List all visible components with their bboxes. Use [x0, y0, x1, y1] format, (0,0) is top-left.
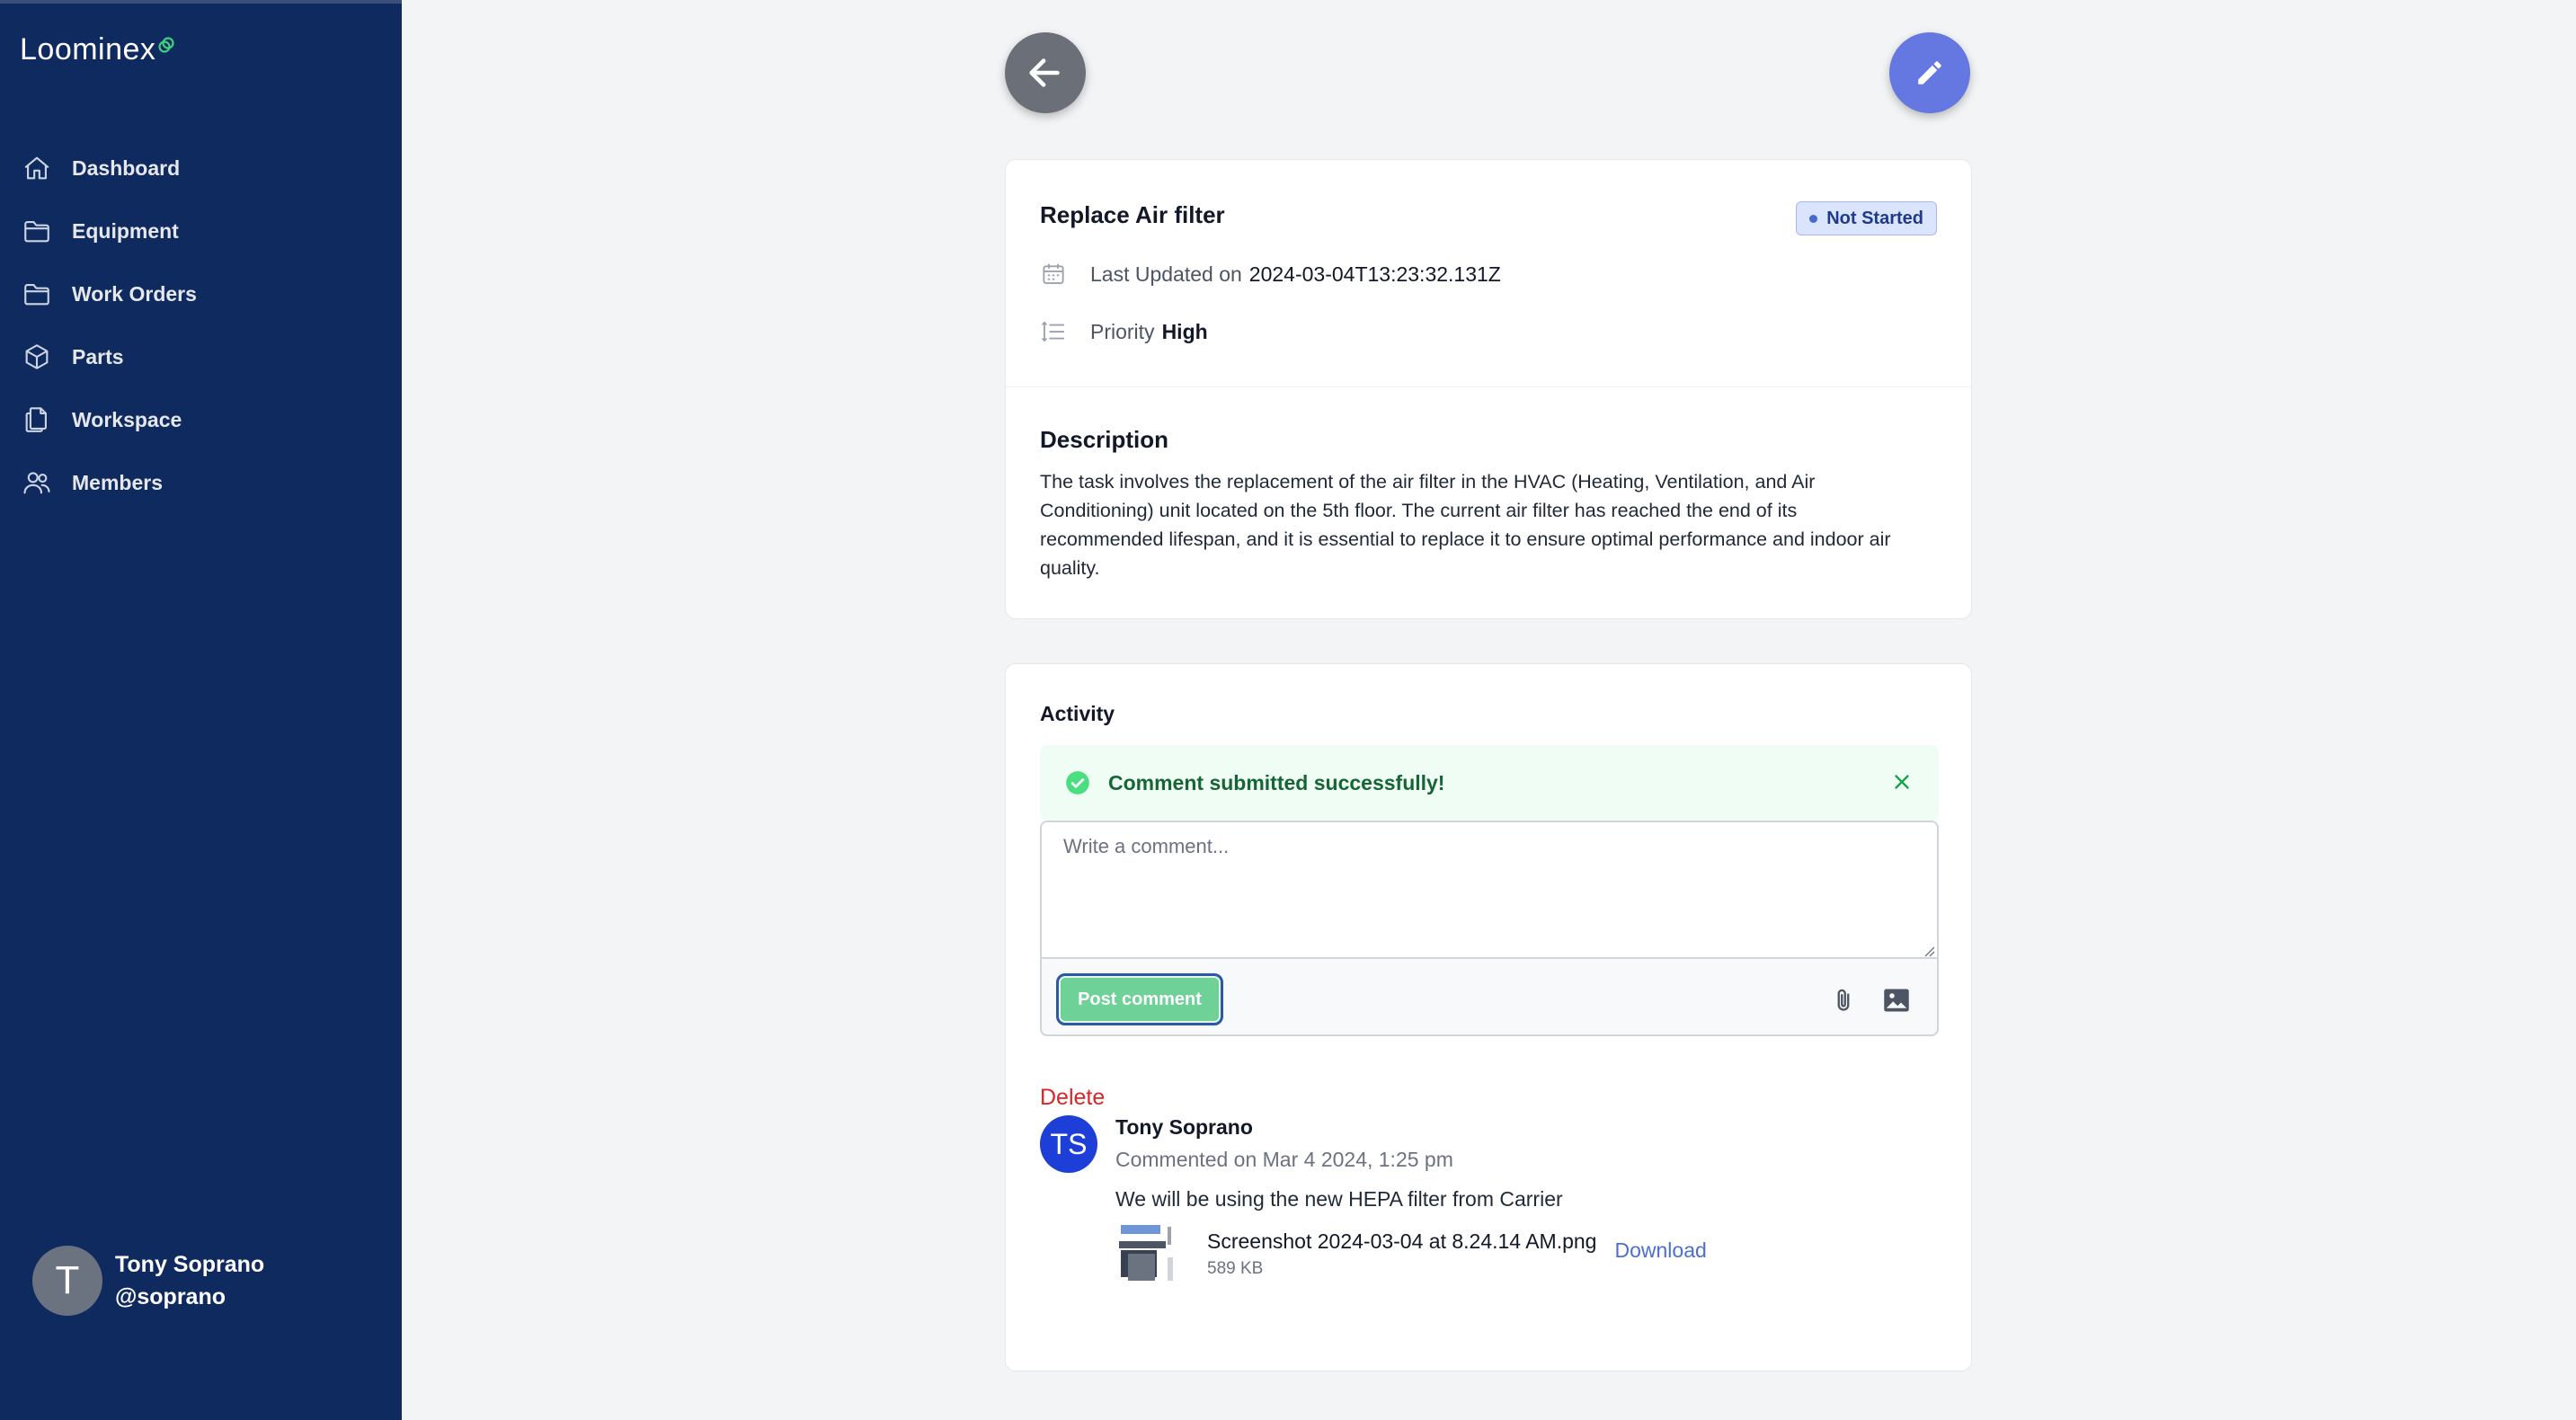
sidebar-item-parts[interactable]: Parts [20, 325, 379, 388]
priority-value: High [1161, 319, 1208, 343]
last-updated-value: 2024-03-04T13:23:32.131Z [1248, 262, 1501, 286]
description-title: Description [1040, 426, 1169, 453]
calendar-icon [1043, 263, 1064, 284]
user-handle: @soprano [115, 1284, 226, 1309]
priority-row: Priority High [1040, 318, 1208, 345]
activity-title: Activity [1040, 702, 1115, 725]
sidebar-item-label: Members [72, 470, 163, 494]
home-icon [20, 151, 54, 185]
folder-icon [20, 214, 54, 248]
priority-label: Priority [1090, 319, 1155, 343]
cube-icon [20, 340, 54, 374]
user-info: Tony Soprano @soprano [115, 1248, 264, 1313]
attachment-size: 589 KB [1207, 1258, 1264, 1278]
success-alert: Comment submitted successfully! [1040, 745, 1939, 821]
sidebar-item-dashboard[interactable]: Dashboard [20, 137, 379, 200]
status-badge: Not Started [1796, 201, 1937, 235]
logo-text: Loominex [20, 32, 156, 67]
avatar: T [32, 1246, 102, 1316]
sidebar-item-label: Workspace [72, 407, 182, 431]
logo-mark-icon [158, 37, 175, 53]
resize-grip-icon[interactable] [1923, 945, 1935, 957]
download-link[interactable]: Download [1614, 1238, 1706, 1263]
attachment-info: Screenshot 2024-03-04 at 8.24.14 AM.png … [1207, 1229, 1596, 1279]
last-updated-row: Last Updated on 2024-03-04T13:23:32.131Z [1040, 261, 1501, 288]
sidebar-item-members[interactable]: Members [20, 451, 379, 514]
comment-input[interactable] [1042, 822, 1937, 959]
priority-list-icon [1042, 321, 1065, 342]
sidebar-nav: Dashboard Equipment Work Orders Parts Wo… [20, 137, 379, 514]
image-icon[interactable] [1883, 988, 1910, 1013]
comment-avatar: TS [1040, 1115, 1097, 1173]
description-text: The task involves the replacement of the… [1040, 471, 1891, 579]
comment-body: We will be using the new HEPA filter fro… [1115, 1187, 1563, 1211]
attachment-filename: Screenshot 2024-03-04 at 8.24.14 AM.png [1207, 1229, 1597, 1253]
comment-author: Tony Soprano [1115, 1115, 1253, 1139]
sidebar-item-work-orders[interactable]: Work Orders [20, 262, 379, 325]
sidebar-item-label: Equipment [72, 218, 179, 243]
check-circle-icon [1066, 771, 1089, 794]
task-title: Replace Air filter [1040, 201, 1225, 228]
alert-message: Comment submitted successfully! [1108, 770, 1445, 794]
paperclip-icon[interactable] [1831, 988, 1856, 1013]
user-name: Tony Soprano [115, 1252, 265, 1277]
app-logo[interactable]: Loominex [20, 32, 175, 67]
sidebar-item-label: Dashboard [72, 155, 181, 180]
comment-date: Commented on Mar 4 2024, 1:25 pm [1115, 1148, 1453, 1171]
status-label: Not Started [1826, 208, 1923, 228]
comment-attachment: Screenshot 2024-03-04 at 8.24.14 AM.png … [1115, 1221, 1707, 1286]
sidebar-item-equipment[interactable]: Equipment [20, 200, 379, 262]
users-icon [20, 466, 54, 500]
sidebar-item-label: Parts [72, 344, 124, 368]
current-user[interactable]: T Tony Soprano @soprano [32, 1246, 264, 1316]
divider [1006, 386, 1971, 387]
edit-button[interactable] [1889, 32, 1970, 113]
documents-icon [20, 403, 54, 437]
sidebar: Loominex Dashboard Equipment Work Orders [0, 0, 402, 1420]
delete-comment-link[interactable]: Delete [1040, 1085, 1105, 1111]
close-icon[interactable] [1890, 770, 1914, 794]
activity-card: Activity Comment submitted successfully!… [1005, 663, 1972, 1371]
post-comment-button[interactable]: Post comment [1056, 973, 1223, 1025]
arrow-left-icon [1029, 58, 1060, 87]
pencil-icon [1918, 61, 1941, 84]
back-button[interactable] [1005, 32, 1086, 113]
task-card: Replace Air filter Not Started Last Upda… [1005, 159, 1972, 619]
status-dot [1809, 214, 1818, 223]
comment-composer: Post comment [1040, 821, 1939, 1036]
sidebar-item-workspace[interactable]: Workspace [20, 388, 379, 451]
last-updated-label: Last Updated on [1090, 262, 1242, 286]
sidebar-item-label: Work Orders [72, 281, 197, 306]
attachment-thumbnail[interactable] [1115, 1221, 1180, 1286]
folder-icon [20, 277, 54, 311]
